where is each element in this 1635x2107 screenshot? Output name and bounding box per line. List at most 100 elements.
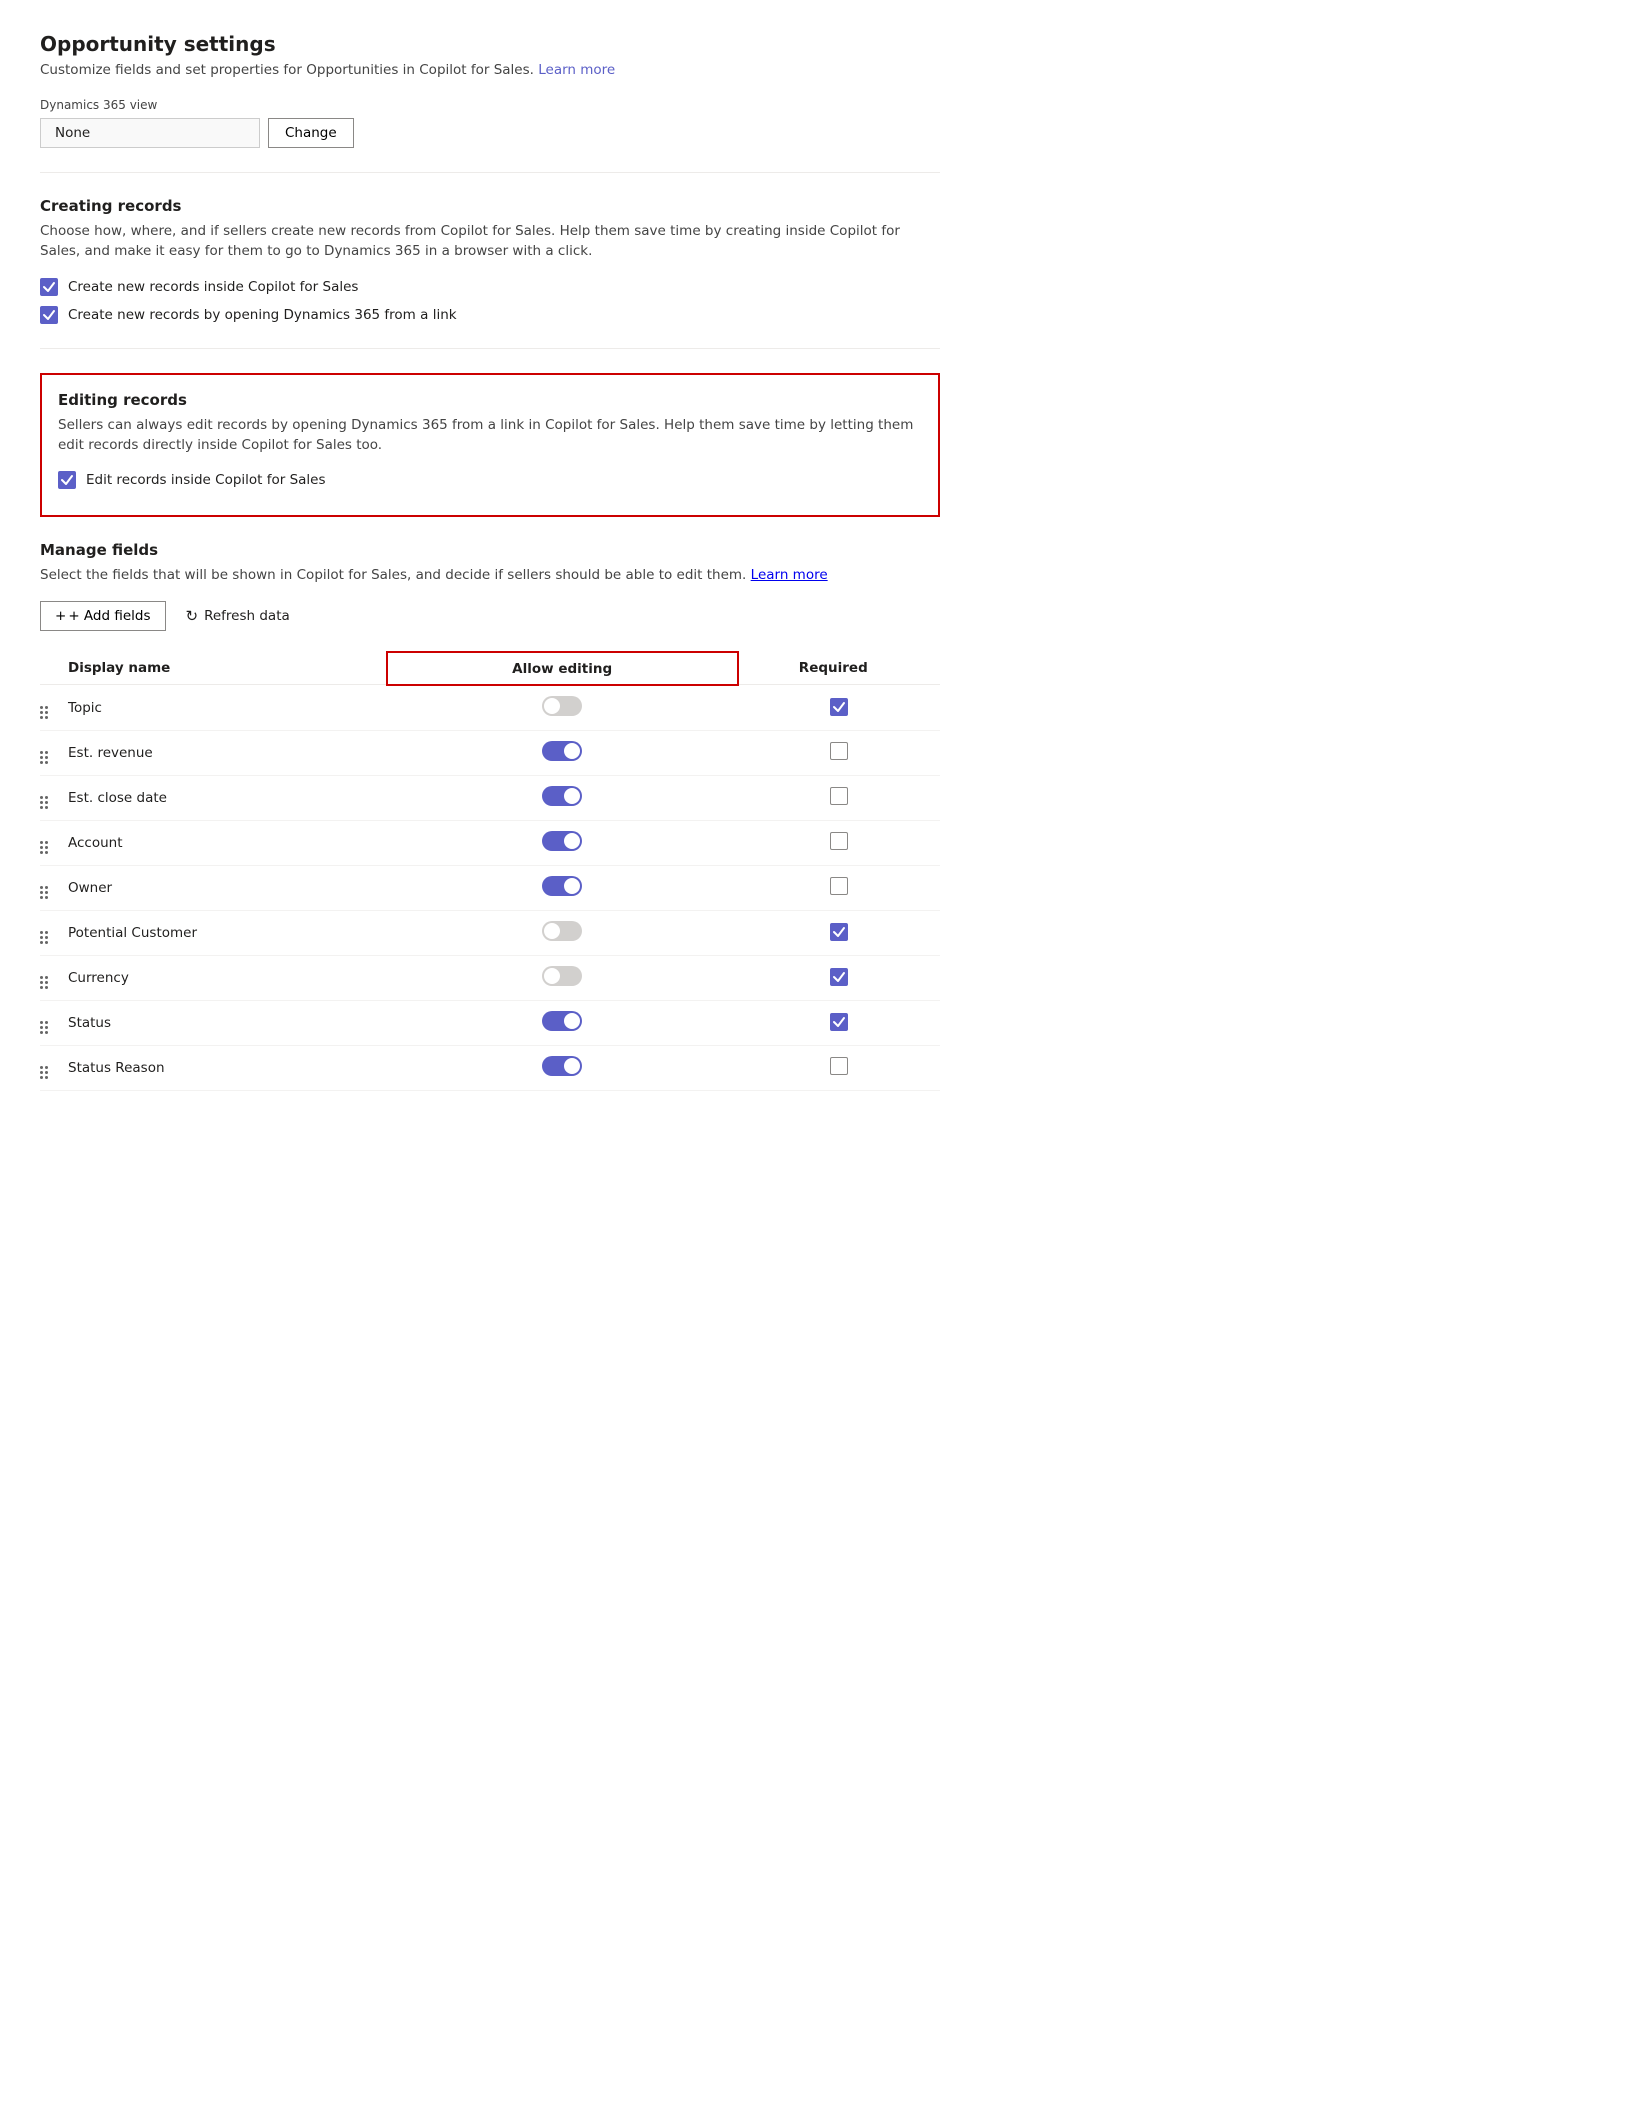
required-checkbox[interactable]	[738, 775, 940, 820]
learn-more-link-top[interactable]: Learn more	[538, 62, 615, 78]
editing-records-checkbox-1[interactable]: Edit records inside Copilot for Sales	[58, 471, 922, 489]
creating-records-section: Creating records Choose how, where, and …	[40, 197, 940, 324]
field-name: Currency	[68, 955, 387, 1000]
drag-dots-icon	[40, 841, 48, 854]
toggle-switch[interactable]	[542, 786, 582, 806]
manage-fields-desc: Select the fields that will be shown in …	[40, 565, 940, 585]
field-name: Topic	[68, 685, 387, 731]
creating-records-checkbox-2[interactable]: Create new records by opening Dynamics 3…	[40, 306, 940, 324]
divider-2	[40, 348, 940, 349]
change-button[interactable]: Change	[268, 118, 354, 148]
field-name: Status	[68, 1000, 387, 1045]
drag-dots-icon	[40, 931, 48, 944]
toggle-thumb	[544, 923, 560, 939]
fields-table: Display name Allow editing Required Topi…	[40, 651, 940, 1091]
toggle-track	[542, 831, 582, 851]
allow-editing-toggle[interactable]	[387, 820, 738, 865]
toggle-switch[interactable]	[542, 966, 582, 986]
toggle-thumb	[564, 833, 580, 849]
add-fields-button[interactable]: + + Add fields	[40, 601, 166, 631]
learn-more-link-fields[interactable]: Learn more	[751, 567, 828, 583]
drag-handle[interactable]	[40, 865, 68, 910]
plus-icon: +	[55, 608, 66, 624]
table-row: Status	[40, 1000, 940, 1045]
drag-handle[interactable]	[40, 955, 68, 1000]
table-row: Owner	[40, 865, 940, 910]
required-checkbox[interactable]	[738, 910, 940, 955]
required-checkbox[interactable]	[738, 865, 940, 910]
toggle-switch[interactable]	[542, 921, 582, 941]
checkbox-label-2: Create new records by opening Dynamics 3…	[68, 307, 457, 323]
toggle-track	[542, 696, 582, 716]
field-name: Account	[68, 820, 387, 865]
required-checkbox[interactable]	[738, 730, 940, 775]
creating-records-checkbox-1[interactable]: Create new records inside Copilot for Sa…	[40, 278, 940, 296]
allow-editing-toggle[interactable]	[387, 685, 738, 731]
allow-editing-toggle[interactable]	[387, 1045, 738, 1090]
checkbox-label-1: Create new records inside Copilot for Sa…	[68, 279, 358, 295]
toggle-thumb	[564, 743, 580, 759]
toggle-track	[542, 876, 582, 896]
toggle-switch[interactable]	[542, 876, 582, 896]
drag-handle[interactable]	[40, 775, 68, 820]
col-allow-editing: Allow editing	[387, 652, 738, 685]
checkbox-empty-icon	[830, 742, 848, 760]
table-row: Potential Customer	[40, 910, 940, 955]
field-name: Potential Customer	[68, 910, 387, 955]
allow-editing-toggle[interactable]	[387, 730, 738, 775]
toggle-track	[542, 1011, 582, 1031]
required-checkbox[interactable]	[738, 1000, 940, 1045]
manage-fields-title: Manage fields	[40, 541, 940, 559]
creating-records-title: Creating records	[40, 197, 940, 215]
toggle-switch[interactable]	[542, 696, 582, 716]
allow-editing-toggle[interactable]	[387, 910, 738, 955]
checkbox-empty-icon	[830, 1057, 848, 1075]
col-required: Required	[738, 652, 940, 685]
drag-handle[interactable]	[40, 910, 68, 955]
manage-fields-section: Manage fields Select the fields that wil…	[40, 541, 940, 1091]
required-checkbox[interactable]	[738, 955, 940, 1000]
refresh-icon: ↻	[186, 607, 199, 625]
creating-records-desc: Choose how, where, and if sellers create…	[40, 221, 940, 262]
checkbox-icon-3	[58, 471, 76, 489]
field-name: Status Reason	[68, 1045, 387, 1090]
toggle-switch[interactable]	[542, 1056, 582, 1076]
required-checkbox[interactable]	[738, 820, 940, 865]
col-drag	[40, 652, 68, 685]
drag-handle[interactable]	[40, 730, 68, 775]
checkbox-checked-icon	[830, 698, 848, 716]
allow-editing-toggle[interactable]	[387, 1000, 738, 1045]
fields-toolbar: + + Add fields ↻ Refresh data	[40, 601, 940, 631]
checkbox-checked-icon	[830, 1013, 848, 1031]
toggle-thumb	[564, 1013, 580, 1029]
editing-records-desc: Sellers can always edit records by openi…	[58, 415, 922, 456]
required-checkbox[interactable]	[738, 1045, 940, 1090]
table-row: Est. revenue	[40, 730, 940, 775]
field-name: Owner	[68, 865, 387, 910]
checkbox-empty-icon	[830, 877, 848, 895]
table-row: Status Reason	[40, 1045, 940, 1090]
table-row: Est. close date	[40, 775, 940, 820]
allow-editing-toggle[interactable]	[387, 955, 738, 1000]
toggle-switch[interactable]	[542, 831, 582, 851]
checkbox-checked-icon	[830, 968, 848, 986]
field-name: Est. revenue	[68, 730, 387, 775]
allow-editing-toggle[interactable]	[387, 865, 738, 910]
drag-dots-icon	[40, 1066, 48, 1079]
drag-dots-icon	[40, 886, 48, 899]
refresh-data-button[interactable]: ↻ Refresh data	[182, 601, 294, 631]
drag-handle[interactable]	[40, 685, 68, 731]
toggle-switch[interactable]	[542, 741, 582, 761]
toggle-switch[interactable]	[542, 1011, 582, 1031]
toggle-track	[542, 966, 582, 986]
drag-handle[interactable]	[40, 1000, 68, 1045]
required-checkbox[interactable]	[738, 685, 940, 731]
drag-handle[interactable]	[40, 820, 68, 865]
table-row: Account	[40, 820, 940, 865]
allow-editing-toggle[interactable]	[387, 775, 738, 820]
checkbox-empty-icon	[830, 787, 848, 805]
dynamics365-view-value: None	[40, 118, 260, 148]
toggle-track	[542, 741, 582, 761]
toggle-thumb	[544, 968, 560, 984]
drag-handle[interactable]	[40, 1045, 68, 1090]
